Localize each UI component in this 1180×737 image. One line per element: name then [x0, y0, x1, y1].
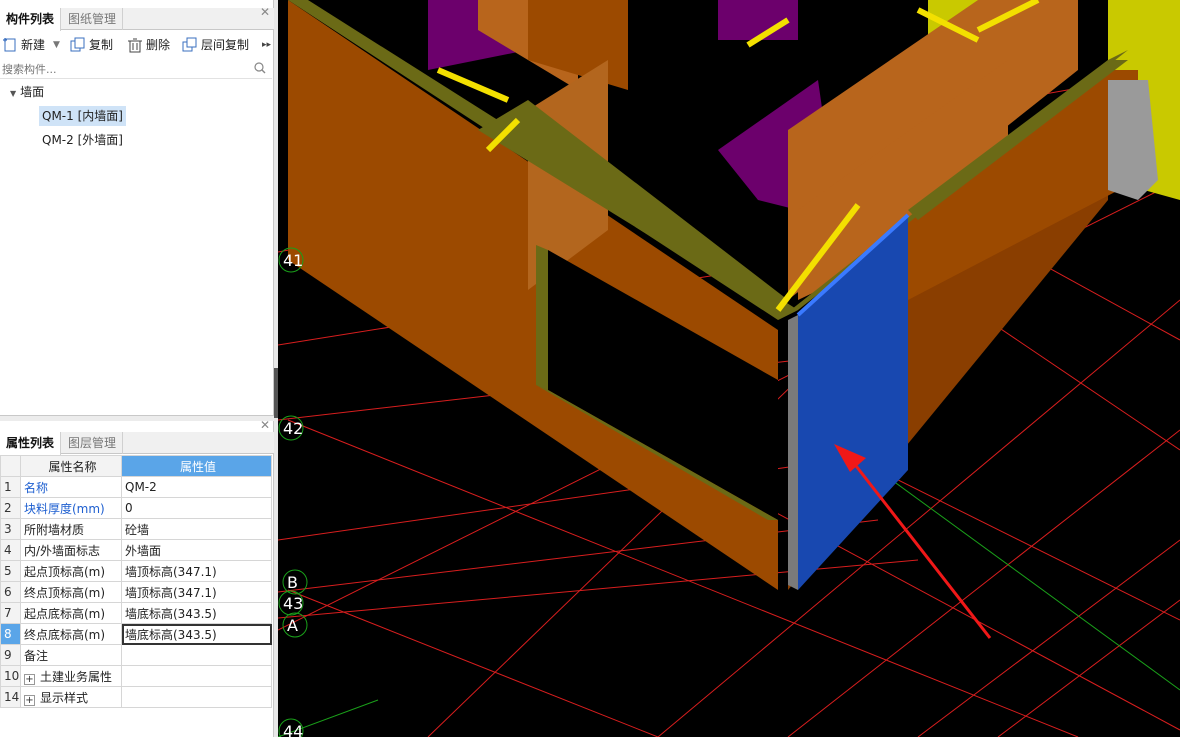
property-value[interactable]: 墙顶标高(347.1) — [121, 581, 272, 603]
axis-label: 44 — [283, 722, 303, 737]
search-box — [0, 59, 272, 79]
search-input[interactable] — [0, 59, 250, 79]
property-panel-tabs: 属性列表 图层管理 ✕ — [0, 418, 274, 455]
property-name: 名称 — [20, 476, 122, 498]
property-name: 块料厚度(mm) — [20, 497, 122, 519]
property-row[interactable]: 8 终点底标高(m) 墙底标高(343.5) — [0, 623, 272, 645]
property-name: 内/外墙面标志 — [20, 539, 122, 561]
close-icon[interactable]: ✕ — [260, 5, 270, 19]
left-pane: 构件列表 图纸管理 ✕ 新建 ▼ 复制 删除 层间复制 ▸▸ 搜索构件... ▼… — [0, 0, 274, 737]
window-reveal — [536, 245, 548, 390]
property-name[interactable]: + 土建业务属性 — [20, 665, 122, 687]
copy-button[interactable]: 复制 — [70, 33, 120, 57]
3d-viewport[interactable]: 41 42 B 43 A 44 — [278, 0, 1180, 737]
floor-copy-icon — [182, 37, 197, 52]
property-row[interactable]: 5 起点顶标高(m) 墙顶标高(347.1) — [0, 560, 272, 582]
property-value[interactable]: 0 — [121, 497, 272, 519]
component-toolbar: 新建 ▼ 复制 删除 层间复制 ▸▸ — [0, 33, 274, 57]
axis-label: 42 — [283, 419, 303, 438]
property-value[interactable]: 墙底标高(343.5) — [121, 602, 272, 624]
expand-plus-icon[interactable]: + — [24, 673, 35, 685]
wall-corner-edge — [788, 315, 798, 590]
property-row-index: 5 — [0, 560, 21, 582]
tab-component-list[interactable]: 构件列表 — [0, 8, 62, 31]
property-name-label: 显示样式 — [40, 690, 89, 705]
property-value[interactable]: 砼墙 — [121, 518, 272, 540]
property-row-index: 6 — [0, 581, 21, 603]
property-row-index: 4 — [0, 539, 21, 561]
property-name: 终点底标高(m) — [20, 623, 122, 645]
property-row[interactable]: 10 + 土建业务属性 — [0, 665, 272, 687]
property-row[interactable]: 3 所附墙材质 砼墙 — [0, 518, 272, 540]
axis-label: 41 — [283, 251, 303, 270]
property-value[interactable] — [121, 686, 272, 708]
new-button[interactable]: 新建 ▼ — [2, 33, 64, 57]
copy-icon — [70, 37, 85, 52]
expand-arrow-icon[interactable]: ▼ — [10, 89, 16, 98]
component-panel-tabs: 构件列表 图纸管理 ✕ — [0, 5, 274, 31]
tab-layer-management[interactable]: 图层管理 — [62, 432, 124, 454]
property-name: 起点顶标高(m) — [20, 560, 122, 582]
header-property-name: 属性名称 — [20, 455, 122, 477]
property-value[interactable]: 外墙面 — [121, 539, 272, 561]
property-row-index: 1 — [0, 476, 21, 498]
axis-label: 43 — [283, 594, 303, 613]
delete-icon — [128, 38, 142, 53]
property-value[interactable]: 墙顶标高(347.1) — [121, 560, 272, 582]
property-name: 备注 — [20, 644, 122, 666]
floor-copy-button[interactable]: 层间复制 — [182, 33, 256, 57]
property-row-index: 2 — [0, 497, 21, 519]
property-value[interactable]: QM-2 — [121, 476, 272, 498]
search-icon[interactable] — [254, 62, 266, 74]
property-row-index: 7 — [0, 602, 21, 624]
property-name[interactable]: + 显示样式 — [20, 686, 122, 708]
property-row-index: 14 — [0, 686, 21, 708]
axis-label: B — [287, 573, 298, 592]
delete-button[interactable]: 删除 — [127, 33, 177, 57]
tab-drawing-management[interactable]: 图纸管理 — [62, 8, 124, 30]
property-value[interactable] — [121, 644, 272, 666]
new-icon — [3, 38, 16, 52]
property-grid-header: 属性名称 属性值 — [0, 455, 272, 477]
property-value[interactable]: 墙底标高(343.5) — [121, 623, 272, 645]
header-property-value: 属性值 — [121, 455, 272, 477]
property-row[interactable]: 14 + 显示样式 — [0, 686, 272, 708]
property-row[interactable]: 6 终点顶标高(m) 墙顶标高(347.1) — [0, 581, 272, 603]
property-name: 所附墙材质 — [20, 518, 122, 540]
property-row[interactable]: 9 备注 — [0, 644, 272, 666]
close-icon[interactable]: ✕ — [260, 418, 270, 432]
tree-item-qm-1[interactable]: QM-1 [内墙面] — [39, 106, 126, 126]
property-row-index: 9 — [0, 644, 21, 666]
property-name: 终点顶标高(m) — [20, 581, 122, 603]
chevron-down-icon: ▼ — [53, 40, 60, 50]
tree-group-wall-surface[interactable]: ▼ 墙面 — [10, 82, 44, 102]
property-row[interactable]: 2 块料厚度(mm) 0 — [0, 497, 272, 519]
property-row-index: 8 — [0, 623, 21, 645]
property-grid: 属性名称 属性值 1 名称 QM-2 2 块料厚度(mm) 0 3 所附墙材质 砼墙 4 内/外墙面… — [0, 455, 272, 708]
property-row-index: 3 — [0, 518, 21, 540]
header-index — [0, 455, 21, 477]
3d-scene[interactable]: 41 42 B 43 A 44 — [278, 0, 1180, 737]
toolbar-overflow-icon[interactable]: ▸▸ — [262, 33, 272, 57]
property-row-index: 10 — [0, 665, 21, 687]
tab-property-list[interactable]: 属性列表 — [0, 432, 62, 455]
expand-plus-icon[interactable]: + — [24, 694, 35, 706]
property-name: 起点底标高(m) — [20, 602, 122, 624]
axis-label: A — [287, 616, 298, 635]
property-name-label: 土建业务属性 — [40, 669, 113, 684]
property-row[interactable]: 1 名称 QM-2 — [0, 476, 272, 498]
property-row[interactable]: 7 起点底标高(m) 墙底标高(343.5) — [0, 602, 272, 624]
property-value[interactable] — [121, 665, 272, 687]
tree-item-qm-2[interactable]: QM-2 [外墙面] — [42, 130, 123, 150]
property-row[interactable]: 4 内/外墙面标志 外墙面 — [0, 539, 272, 561]
pane-divider[interactable] — [0, 415, 274, 421]
